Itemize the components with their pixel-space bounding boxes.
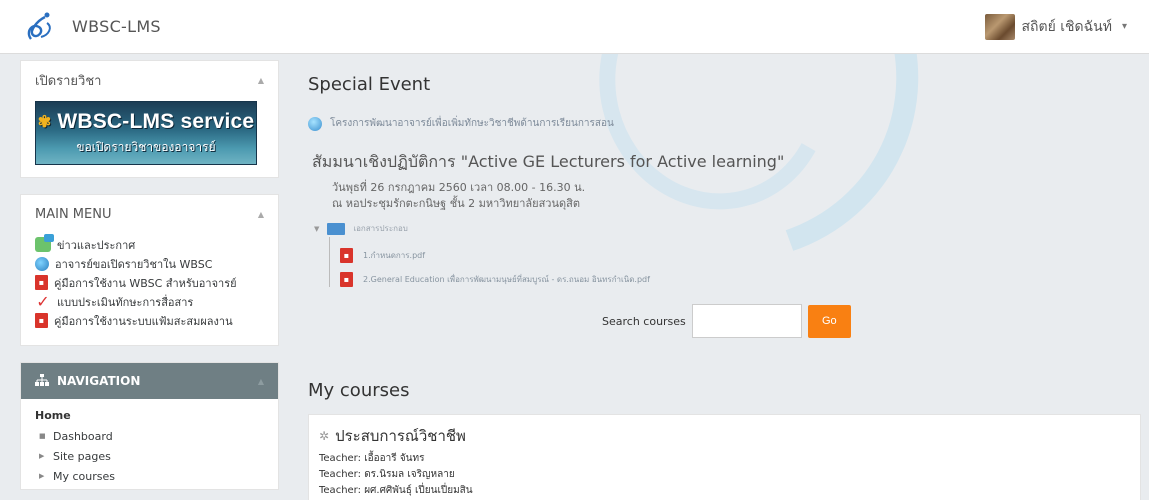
- teacher-role: Teacher: [319, 453, 358, 464]
- teacher-name[interactable]: เอื้ออารี จันทร: [364, 453, 424, 464]
- my-courses-title: My courses: [308, 380, 410, 401]
- teacher-row: Teacher: ดร.นิรมล เจริญหลาย: [319, 467, 1130, 483]
- course-request-block: เปิดรายวิชา ▲ ✾ WBSC-LMS service ขอเปิดร…: [20, 60, 279, 178]
- avatar: [985, 13, 1016, 40]
- folder-item[interactable]: ▼ เอกสารประกอบ: [314, 222, 408, 235]
- nav-home[interactable]: Home: [35, 409, 264, 426]
- user-menu[interactable]: สถิตย์ เชิดฉันท์ ▾: [985, 13, 1127, 40]
- tree-line: [329, 237, 330, 287]
- pdf-icon: ▪: [340, 248, 353, 263]
- main-menu-list: ข่าวและประกาศ อาจารย์ขอเปิดรายวิชาใน WBS…: [21, 233, 278, 330]
- menu-item-news[interactable]: ข่าวและประกาศ: [35, 234, 264, 254]
- block-title: NAVIGATION: [57, 374, 141, 388]
- menu-item-label: อาจารย์ขอเปิดรายวิชาใน WBSC: [55, 257, 213, 271]
- course-title[interactable]: ✲ ประสบการณ์วิชาชีพ: [319, 425, 1130, 447]
- menu-item-label: คู่มือการใช้งาน WBSC สำหรับอาจารย์: [54, 276, 237, 290]
- chevron-down-icon: ▼: [314, 224, 320, 233]
- chevron-right-icon: ▶: [39, 472, 45, 480]
- globe-icon: [308, 116, 322, 131]
- nav-item-dashboard[interactable]: ■ Dashboard: [35, 426, 264, 446]
- site-name: WBSC-LMS: [72, 17, 161, 36]
- file-label: 2.General Education เพื่อการพัฒนามนุษย์ท…: [363, 275, 650, 284]
- event-link[interactable]: โครงการพัฒนาอาจารย์เพื่อเพิ่มทักษะวิชาชี…: [308, 116, 614, 131]
- file-item[interactable]: ▪ 2.General Education เพื่อการพัฒนามนุษย…: [340, 272, 650, 287]
- main-menu-block: MAIN MENU ▲ ข่าวและประกาศ อาจารย์ขอเปิดร…: [20, 194, 279, 346]
- chevron-right-icon: ▶: [39, 452, 45, 460]
- block-title: เปิดรายวิชา: [35, 73, 102, 89]
- navigation-block: NAVIGATION ▲ Home ■ Dashboard ▶ Site pag…: [20, 362, 279, 490]
- teacher-row: Teacher: เอื้ออารี จันทร: [319, 451, 1130, 467]
- brand[interactable]: WBSC-LMS: [20, 7, 161, 47]
- search-label: Search courses: [602, 314, 686, 328]
- menu-item-label: คู่มือการใช้งานระบบแฟ้มสะสมผลงาน: [54, 314, 233, 328]
- user-name: สถิตย์ เชิดฉันท์: [1021, 18, 1112, 35]
- bullet-icon: ■: [39, 432, 46, 440]
- service-banner[interactable]: ✾ WBSC-LMS service ขอเปิดรายวิชาของอาจาร…: [35, 101, 257, 165]
- menu-item-label: แบบประเมินทักษะการสื่อสาร: [57, 295, 194, 309]
- nav-item-label: My courses: [53, 469, 115, 483]
- teacher-name[interactable]: ผศ.ศศิพันธุ์ เปี่ยนเปี่ยมสิน: [364, 485, 472, 496]
- chevron-down-icon: ▾: [1121, 21, 1127, 32]
- course-card: ✲ ประสบการณ์วิชาชีพ Teacher: เอื้ออารี จ…: [308, 414, 1141, 500]
- event-place: ณ หอประชุมรักตะกนิษฐ ชั้น 2 มหาวิทยาลัยส…: [332, 197, 580, 210]
- menu-item-course-request[interactable]: อาจารย์ขอเปิดรายวิชาใน WBSC: [35, 254, 264, 273]
- course-icon: ✲: [319, 429, 330, 443]
- collapse-icon[interactable]: ▲: [258, 76, 264, 85]
- special-event-title: Special Event: [308, 74, 431, 95]
- search-input[interactable]: [691, 304, 802, 338]
- file-label: 1.กำหนดการ.pdf: [363, 251, 426, 260]
- course-request-header: เปิดรายวิชา ▲: [21, 61, 278, 99]
- main-menu-header: MAIN MENU ▲: [21, 195, 278, 233]
- navigation-tree: Home ■ Dashboard ▶ Site pages ▶ My cours…: [21, 399, 278, 486]
- banner-title-text: WBSC-LMS service: [57, 109, 255, 133]
- file-item[interactable]: ▪ 1.กำหนดการ.pdf: [340, 248, 425, 263]
- event-link-text: โครงการพัฒนาอาจารย์เพื่อเพิ่มทักษะวิชาชี…: [330, 118, 614, 129]
- menu-item-label: ข่าวและประกาศ: [57, 238, 136, 252]
- collapse-icon[interactable]: ▲: [258, 210, 264, 219]
- sitemap-icon: [35, 373, 49, 389]
- chat-icon: [35, 234, 54, 252]
- menu-item-communication-survey[interactable]: ✓ แบบประเมินทักษะการสื่อสาร: [35, 292, 264, 311]
- collapse-icon[interactable]: ▲: [258, 377, 264, 386]
- pdf-icon: ▪: [35, 313, 48, 328]
- teacher-role: Teacher: [319, 485, 358, 496]
- block-title: MAIN MENU: [35, 206, 112, 222]
- pdf-icon: ▪: [340, 272, 353, 287]
- menu-item-teacher-manual[interactable]: ▪ คู่มือการใช้งาน WBSC สำหรับอาจารย์: [35, 273, 264, 292]
- nav-item-label: Dashboard: [53, 429, 113, 443]
- teacher-row: Teacher: ผศ.ศศิพันธุ์ เปี่ยนเปี่ยมสิน: [319, 483, 1130, 499]
- nav-item-label: Site pages: [53, 449, 111, 463]
- teacher-name[interactable]: ดร.นิรมล เจริญหลาย: [364, 469, 455, 480]
- folder-icon: [327, 222, 346, 235]
- globe-icon: [35, 256, 49, 271]
- course-name-text: ประสบการณ์วิชาชีพ: [335, 427, 466, 445]
- banner-subtitle: ขอเปิดรายวิชาของอาจารย์: [76, 139, 216, 154]
- event-headline: สัมมนาเชิงปฏิบัติการ "Active GE Lecturer…: [312, 152, 785, 171]
- wbsc-logo-icon: [20, 7, 60, 47]
- nav-item-site-pages[interactable]: ▶ Site pages: [35, 446, 264, 466]
- navigation-header: NAVIGATION ▲: [21, 363, 278, 399]
- course-search: Search courses Go: [602, 304, 851, 338]
- banner-title: ✾ WBSC-LMS service: [38, 110, 255, 134]
- check-icon: ✓: [36, 292, 50, 311]
- pdf-icon: ▪: [35, 275, 48, 290]
- menu-item-portfolio-manual[interactable]: ▪ คู่มือการใช้งานระบบแฟ้มสะสมผลงาน: [35, 311, 264, 330]
- nav-item-my-courses[interactable]: ▶ My courses: [35, 466, 264, 486]
- top-navbar: WBSC-LMS สถิตย์ เชิดฉันท์ ▾: [0, 0, 1149, 54]
- folder-label: เอกสารประกอบ: [353, 224, 408, 233]
- wbsc-logo-icon: ✾: [37, 113, 52, 131]
- go-button[interactable]: Go: [807, 304, 851, 338]
- teacher-role: Teacher: [319, 469, 358, 480]
